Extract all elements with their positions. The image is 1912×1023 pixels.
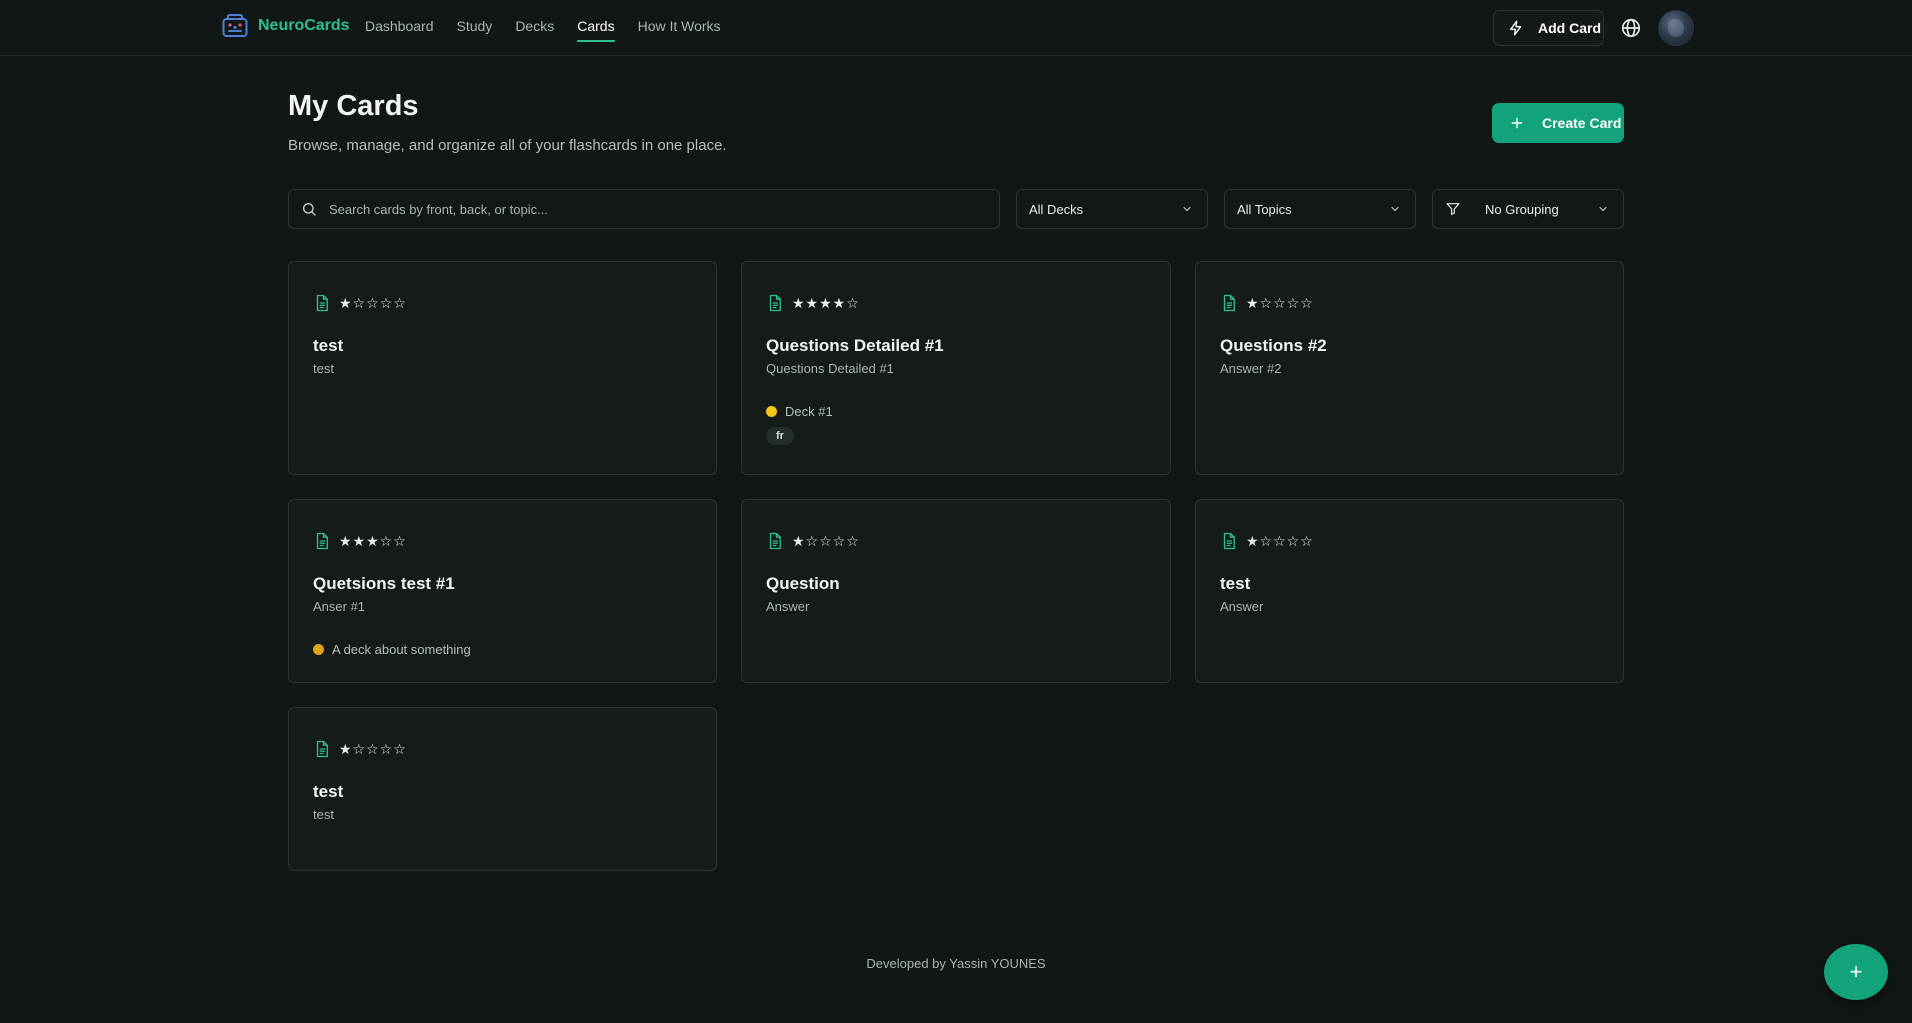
difficulty-stars: ★☆☆☆☆: [339, 294, 407, 311]
chevron-down-icon: [1391, 206, 1399, 212]
create-card-label: Create Card: [1542, 115, 1622, 131]
document-icon: [1223, 532, 1235, 550]
card-back: test: [313, 361, 334, 376]
difficulty-stars: ★☆☆☆☆: [339, 740, 407, 757]
card-header: ★☆☆☆☆: [313, 294, 407, 312]
deck-color-dot: [766, 406, 777, 417]
card-header: ★☆☆☆☆: [766, 532, 860, 550]
card-header: ★★★★☆: [766, 294, 860, 312]
card-front: Quetsions test #1: [313, 574, 455, 593]
card-front: Questions Detailed #1: [766, 336, 944, 355]
card-header: ★★★☆☆: [313, 532, 407, 550]
brand-name: NeuroCards: [258, 17, 350, 34]
search-icon: [303, 203, 316, 216]
card-front: test: [313, 336, 344, 355]
footer-credit: Developed by Yassin YOUNES: [866, 956, 1046, 971]
top-navbar: NeuroCards Dashboard Study Decks Cards H…: [0, 0, 1912, 56]
document-icon: [769, 532, 781, 550]
card-back: Answer: [1220, 599, 1264, 614]
grouping-select-left: No Grouping: [1445, 201, 1559, 217]
nav-study[interactable]: Study: [457, 18, 493, 42]
topic-tag[interactable]: fr: [766, 427, 794, 445]
card-header: ★☆☆☆☆: [1220, 532, 1314, 550]
deck-name: A deck about something: [332, 642, 471, 657]
document-icon: [316, 294, 328, 312]
deck-color-dot: [313, 644, 324, 655]
difficulty-stars: ★★★★☆: [792, 294, 860, 311]
card-back: Questions Detailed #1: [766, 361, 894, 376]
card-front: test: [1220, 574, 1251, 593]
card-header: ★☆☆☆☆: [313, 740, 407, 758]
avatar[interactable]: [1658, 10, 1694, 46]
nav-decks[interactable]: Decks: [515, 18, 554, 42]
document-icon: [769, 294, 781, 312]
page-title: My Cards: [288, 90, 419, 122]
add-card-label: Add Card: [1538, 20, 1601, 36]
card-back: test: [313, 807, 334, 822]
card-front: Questions #2: [1220, 336, 1327, 355]
card-back: Answer: [766, 599, 810, 614]
difficulty-stars: ★☆☆☆☆: [792, 532, 860, 549]
brand-logo-icon: [222, 14, 248, 37]
difficulty-stars: ★☆☆☆☆: [1246, 294, 1314, 311]
card-back: Answer #2: [1220, 361, 1282, 376]
decks-select-value: All Decks: [1029, 201, 1084, 217]
grouping-select-value: No Grouping: [1485, 201, 1559, 217]
card-item[interactable]: ★★★☆☆ Quetsions test #1 Anser #1 A deck …: [288, 499, 717, 683]
lightning-icon: [1510, 20, 1522, 36]
topics-select[interactable]: All Topics: [1224, 189, 1416, 229]
search-bar: [288, 189, 1000, 229]
page-subtitle: Browse, manage, and organize all of your…: [288, 137, 727, 154]
card-item[interactable]: ★☆☆☆☆ test test: [288, 707, 717, 871]
card-item[interactable]: ★☆☆☆☆ test test: [288, 261, 717, 475]
plus-icon: +: [1849, 959, 1863, 984]
card-item[interactable]: ★☆☆☆☆ Question Answer: [741, 499, 1171, 683]
card-deck: A deck about something: [313, 642, 471, 657]
card-back: Anser #1: [313, 599, 366, 614]
create-card-button[interactable]: Create Card: [1492, 103, 1624, 143]
card-deck: Deck #1: [766, 404, 833, 419]
difficulty-stars: ★★★☆☆: [339, 532, 407, 549]
document-icon: [316, 532, 328, 550]
nav-cards[interactable]: Cards: [577, 18, 615, 42]
nav-dashboard[interactable]: Dashboard: [365, 18, 434, 42]
difficulty-stars: ★☆☆☆☆: [1246, 532, 1314, 549]
nav-how-it-works[interactable]: How It Works: [638, 18, 721, 42]
main-nav: Dashboard Study Decks Cards How It Works: [365, 18, 721, 42]
card-front: Question: [766, 574, 840, 593]
document-icon: [1223, 294, 1235, 312]
floating-add-button[interactable]: +: [1824, 944, 1888, 1000]
add-card-button[interactable]: Add Card: [1493, 10, 1604, 46]
card-header: ★☆☆☆☆: [1220, 294, 1314, 312]
decks-select[interactable]: All Decks: [1016, 189, 1208, 229]
chevron-down-icon: [1599, 206, 1607, 212]
globe-icon[interactable]: [1620, 17, 1642, 39]
search-input[interactable]: [329, 201, 969, 217]
card-item[interactable]: ★☆☆☆☆ test Answer: [1195, 499, 1624, 683]
filter-icon: [1446, 203, 1460, 215]
card-item[interactable]: ★☆☆☆☆ Questions #2 Answer #2: [1195, 261, 1624, 475]
chevron-down-icon: [1183, 206, 1191, 212]
grouping-select[interactable]: No Grouping: [1432, 189, 1624, 229]
deck-name: Deck #1: [785, 404, 833, 419]
document-icon: [316, 740, 328, 758]
topics-select-value: All Topics: [1237, 201, 1292, 217]
card-item[interactable]: ★★★★☆ Questions Detailed #1 Questions De…: [741, 261, 1171, 475]
card-front: test: [313, 782, 344, 801]
brand[interactable]: NeuroCards: [222, 13, 350, 39]
plus-icon: [1511, 117, 1523, 129]
